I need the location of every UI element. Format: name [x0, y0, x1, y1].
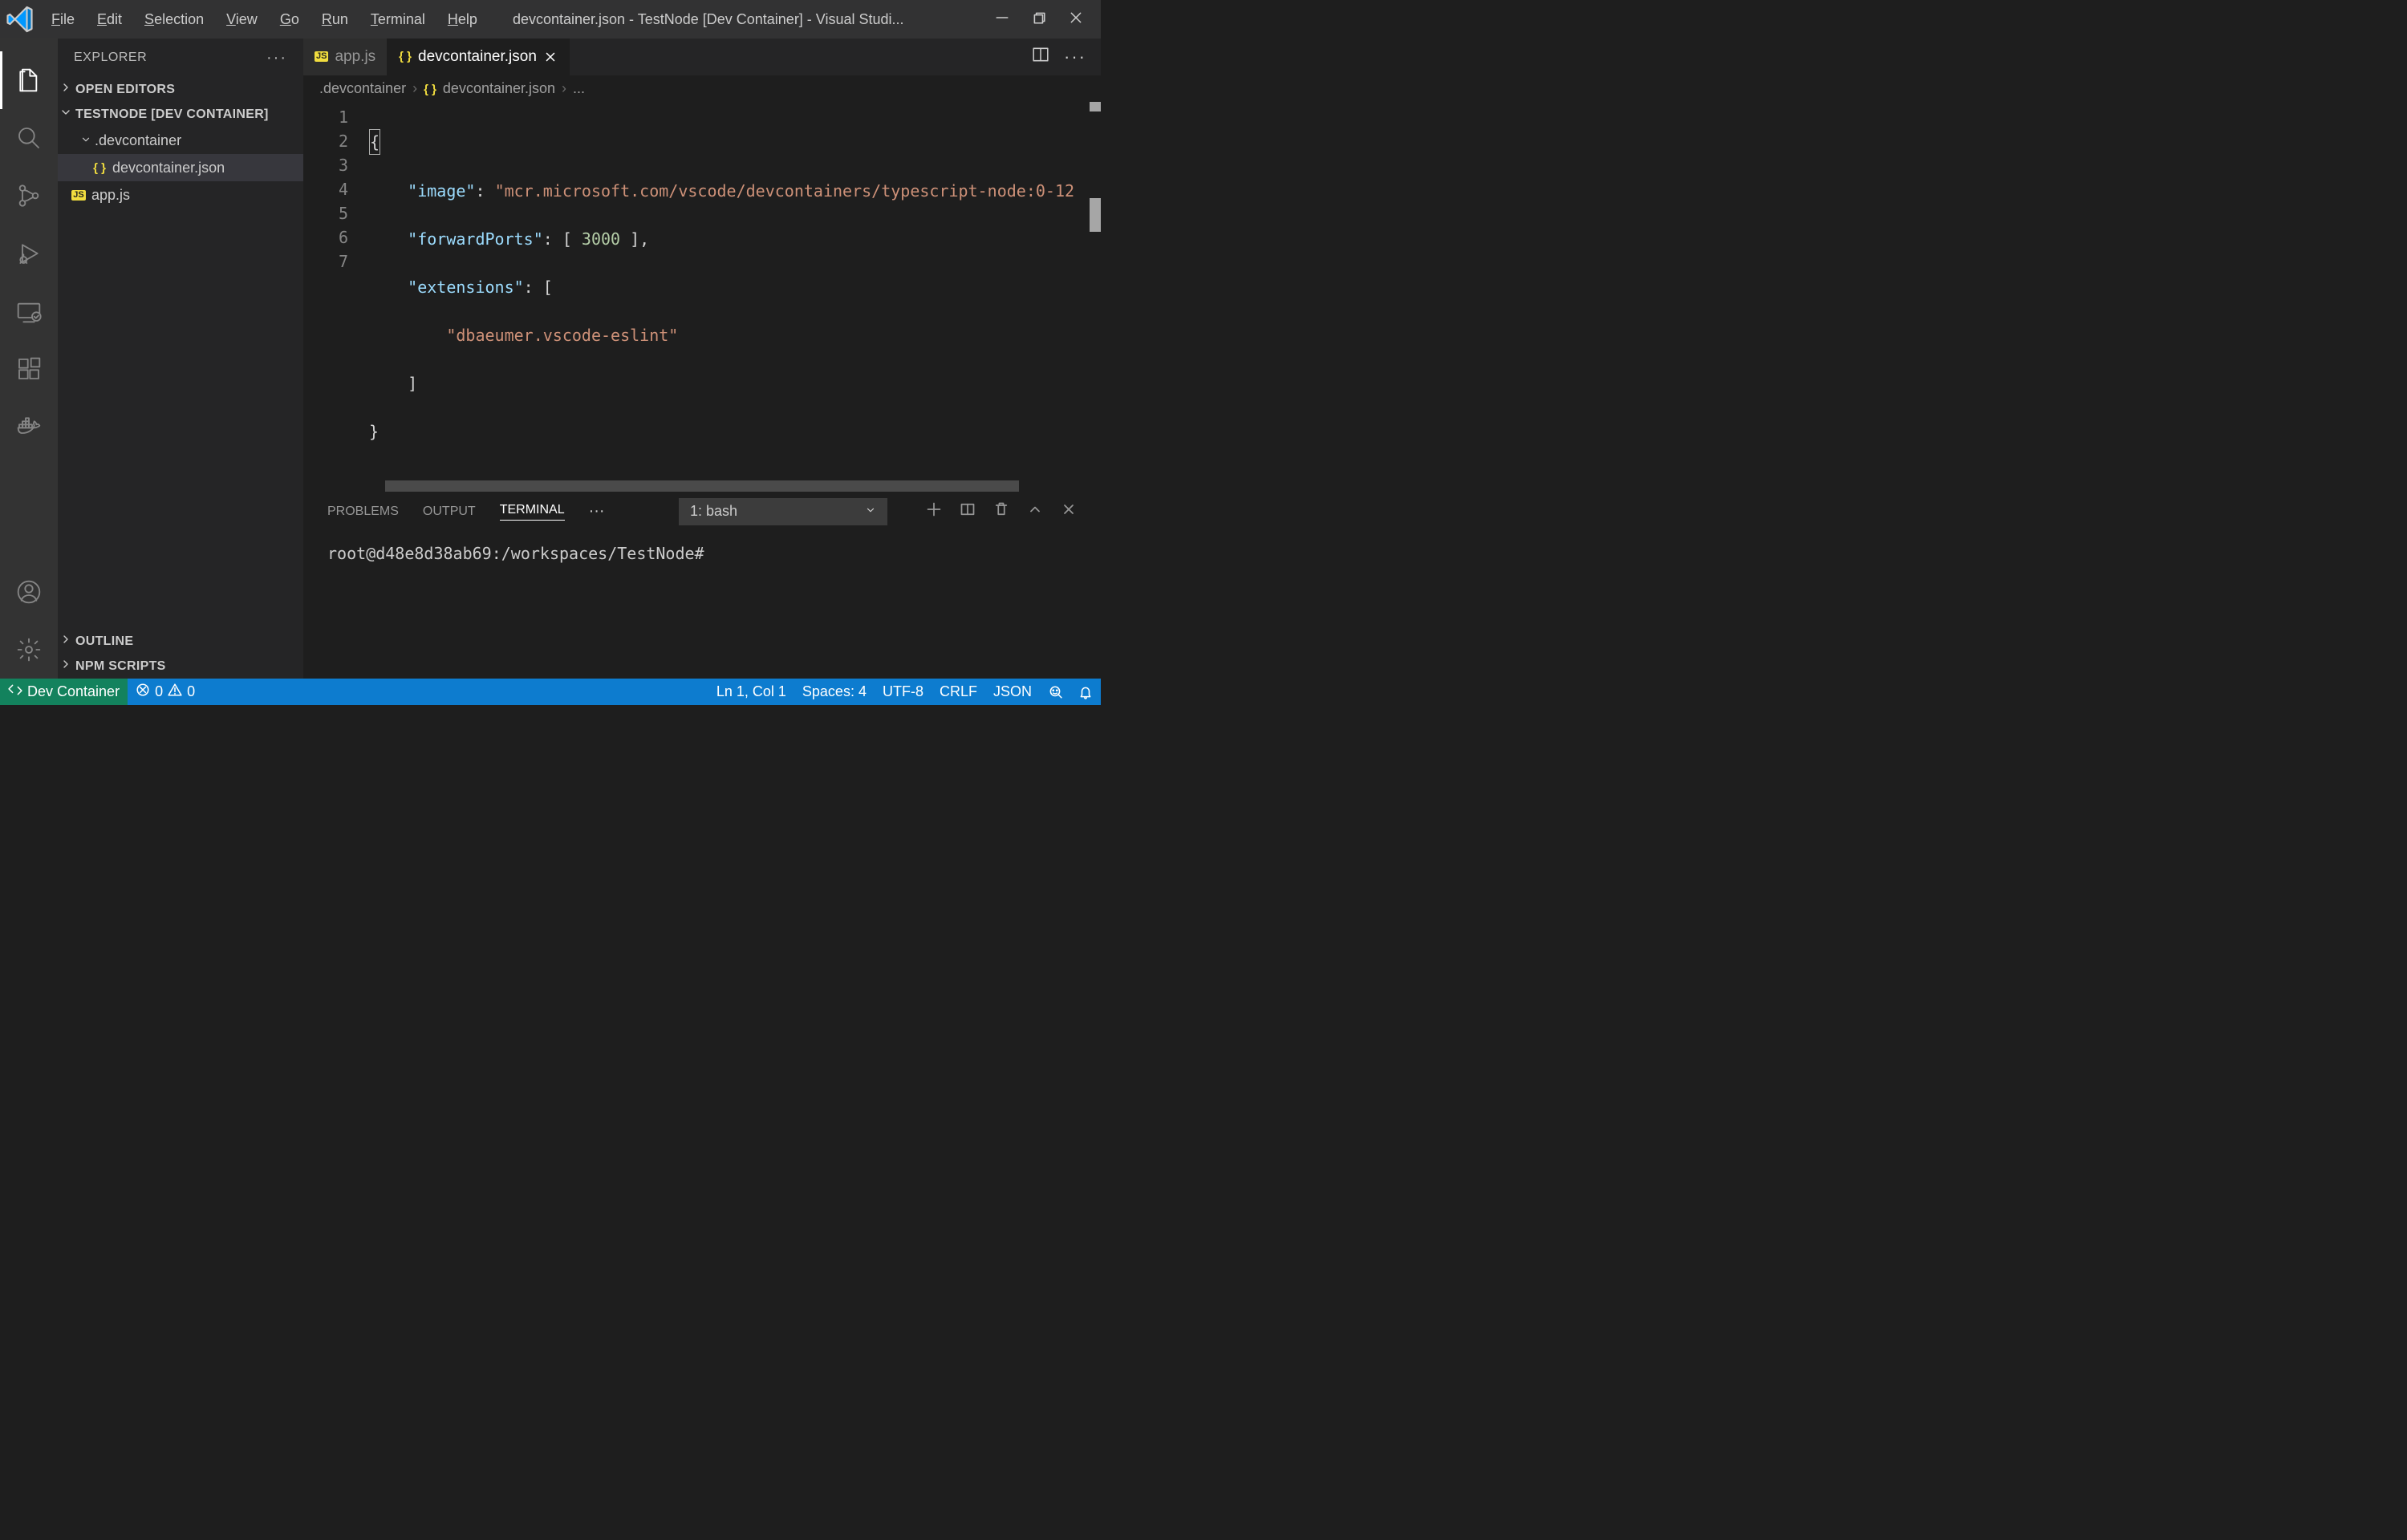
chevron-right-icon: [59, 81, 75, 98]
section-open-editors[interactable]: OPEN EDITORS: [58, 77, 303, 102]
editor-area: JS app.js { } devcontainer.json ··· .dev…: [303, 38, 1101, 679]
close-panel-icon[interactable]: [1061, 501, 1077, 521]
chevron-right-icon: ›: [562, 80, 566, 97]
terminal-prompt: root@d48e8d38ab69:/workspaces/TestNode#: [327, 544, 704, 563]
activity-bar: [0, 38, 58, 679]
activity-search-icon[interactable]: [0, 109, 58, 167]
sidebar-explorer: EXPLORER ··· OPEN EDITORS TESTNODE [DEV …: [58, 38, 303, 679]
code-editor[interactable]: 1 2 3 4 5 6 7 { "image": "mcr.microsoft.…: [303, 102, 1101, 492]
status-cursor-pos[interactable]: Ln 1, Col 1: [708, 679, 794, 705]
chevron-down-icon: [865, 503, 876, 520]
sidebar-title: EXPLORER ···: [58, 38, 303, 77]
breadcrumb-symbol[interactable]: ...: [573, 80, 585, 97]
maximize-icon[interactable]: [1032, 10, 1046, 29]
json-file-icon: { }: [424, 80, 436, 97]
menu-view[interactable]: View: [217, 8, 267, 31]
section-outline[interactable]: OUTLINE: [58, 629, 303, 654]
status-indent[interactable]: Spaces: 4: [794, 679, 875, 705]
chevron-right-icon: [59, 658, 75, 675]
close-tab-icon[interactable]: [543, 50, 558, 64]
terminal-output[interactable]: root@d48e8d38ab69:/workspaces/TestNode#: [303, 531, 1101, 679]
activity-debug-icon[interactable]: [0, 225, 58, 282]
error-icon: [136, 683, 150, 701]
tree-file-devcontainer-json[interactable]: { } devcontainer.json: [58, 154, 303, 181]
minimap-overview[interactable]: [1090, 102, 1101, 492]
menu-edit[interactable]: Edit: [87, 8, 132, 31]
menu-file[interactable]: File: [42, 8, 84, 31]
breadcrumb-file[interactable]: devcontainer.json: [443, 80, 555, 97]
status-remote[interactable]: Dev Container: [0, 679, 128, 705]
status-bell-icon[interactable]: [1070, 679, 1101, 705]
editor-actions: ···: [1017, 38, 1101, 75]
vscode-logo-icon: [6, 5, 35, 34]
activity-account-icon[interactable]: [0, 563, 58, 621]
split-terminal-icon[interactable]: [960, 501, 976, 521]
warning-icon: [168, 683, 182, 701]
status-problems[interactable]: 0 0: [128, 679, 203, 705]
breadcrumb[interactable]: .devcontainer › { } devcontainer.json › …: [303, 75, 1101, 102]
maximize-panel-icon[interactable]: [1027, 501, 1043, 521]
status-eol[interactable]: CRLF: [932, 679, 985, 705]
split-editor-icon[interactable]: [1032, 46, 1049, 67]
remote-icon: [8, 683, 22, 701]
status-feedback-icon[interactable]: [1040, 679, 1070, 705]
close-icon[interactable]: [1069, 10, 1083, 29]
line-gutter: 1 2 3 4 5 6 7: [303, 102, 369, 492]
panel-tabs: PROBLEMS OUTPUT TERMINAL ··· 1: bash: [303, 492, 1101, 531]
chevron-right-icon: ›: [412, 80, 417, 97]
menu-bar: File Edit Selection View Go Run Terminal…: [35, 8, 493, 31]
window-controls: [995, 10, 1094, 29]
chevron-down-icon: [59, 106, 75, 123]
menu-terminal[interactable]: Terminal: [361, 8, 435, 31]
more-icon[interactable]: ···: [266, 49, 287, 67]
breadcrumb-folder[interactable]: .devcontainer: [319, 80, 406, 97]
file-tree: .devcontainer { } devcontainer.json JS a…: [58, 127, 303, 629]
js-file-icon: JS: [315, 51, 328, 62]
more-icon[interactable]: ···: [589, 502, 605, 521]
tab-devcontainer-json[interactable]: { } devcontainer.json: [388, 38, 570, 75]
json-file-icon: { }: [90, 161, 109, 175]
menu-run[interactable]: Run: [312, 8, 358, 31]
panel-tab-problems[interactable]: PROBLEMS: [327, 505, 399, 519]
section-npm-scripts[interactable]: NPM SCRIPTS: [58, 654, 303, 679]
horizontal-scrollbar[interactable]: [385, 480, 1101, 492]
menu-help[interactable]: Help: [438, 8, 487, 31]
chevron-right-icon: [59, 633, 75, 650]
tree-folder-devcontainer[interactable]: .devcontainer: [58, 127, 303, 154]
panel-tab-terminal[interactable]: TERMINAL: [500, 503, 565, 521]
more-icon[interactable]: ···: [1064, 47, 1086, 67]
tree-file-app-js[interactable]: JS app.js: [58, 181, 303, 209]
status-language[interactable]: JSON: [985, 679, 1040, 705]
activity-remote-icon[interactable]: [0, 282, 58, 340]
activity-explorer-icon[interactable]: [0, 51, 58, 109]
scrollbar-thumb[interactable]: [385, 480, 1019, 492]
status-encoding[interactable]: UTF-8: [875, 679, 932, 705]
panel-tab-output[interactable]: OUTPUT: [423, 505, 476, 519]
activity-settings-icon[interactable]: [0, 621, 58, 679]
titlebar: File Edit Selection View Go Run Terminal…: [0, 0, 1101, 38]
window-title: devcontainer.json - TestNode [Dev Contai…: [493, 11, 995, 28]
status-bar: Dev Container 0 0 Ln 1, Col 1 Spaces: 4 …: [0, 679, 1101, 705]
js-file-icon: JS: [69, 190, 88, 201]
tab-app-js[interactable]: JS app.js: [303, 38, 388, 75]
code-content[interactable]: { "image": "mcr.microsoft.com/vscode/dev…: [369, 102, 1101, 492]
bottom-panel: PROBLEMS OUTPUT TERMINAL ··· 1: bash: [303, 492, 1101, 679]
chevron-down-icon: [80, 132, 95, 149]
new-terminal-icon[interactable]: [926, 501, 942, 521]
menu-selection[interactable]: Selection: [135, 8, 213, 31]
kill-terminal-icon[interactable]: [993, 501, 1009, 521]
section-workspace[interactable]: TESTNODE [DEV CONTAINER]: [58, 102, 303, 127]
activity-extensions-icon[interactable]: [0, 340, 58, 398]
menu-go[interactable]: Go: [270, 8, 309, 31]
editor-tabs: JS app.js { } devcontainer.json ···: [303, 38, 1101, 75]
json-file-icon: { }: [399, 50, 412, 63]
terminal-actions: [926, 501, 1077, 521]
minimize-icon[interactable]: [995, 10, 1009, 29]
minimap-marker: [1090, 102, 1101, 111]
minimap-marker: [1090, 198, 1101, 232]
activity-docker-icon[interactable]: [0, 398, 58, 456]
activity-scm-icon[interactable]: [0, 167, 58, 225]
terminal-selector[interactable]: 1: bash: [679, 498, 887, 525]
